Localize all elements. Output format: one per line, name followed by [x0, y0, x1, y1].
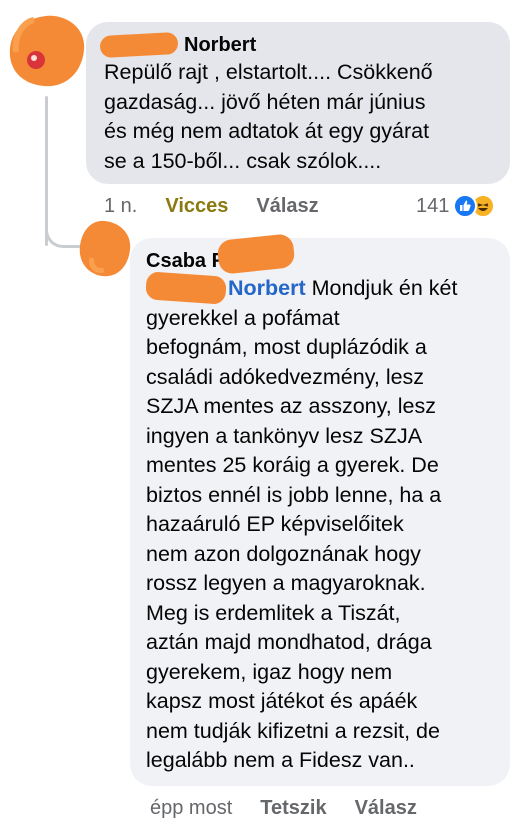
reply-bubble: Csaba R Norbert Mondjuk én két gyerekkel… [130, 238, 510, 786]
comment-line-text: Mondjuk én két [305, 276, 458, 300]
reply-button[interactable]: Válasz [355, 797, 417, 820]
comment-line: mentes 25 koráig a gyerek. De [146, 453, 439, 477]
comment-line: és még nem adtatok át egy gyárat [104, 119, 430, 143]
reply-button[interactable]: Válasz [256, 195, 318, 218]
comment-line: legalább nem a Fidesz van.. [146, 748, 415, 772]
comment-line: gazdaság... jövő héten már június [104, 89, 426, 114]
name-redaction [99, 31, 179, 59]
comment-line: se a 150-ből... csak szólok.... [104, 148, 382, 173]
comment-line: befognám, most duplázódik a [146, 335, 427, 359]
comment-line: aztán majd mondhatod, drága [146, 630, 432, 654]
comment-line: SZJA mentes az asszony, lesz [146, 394, 436, 418]
comment-line: nem azon dolgoznának hogy [146, 541, 421, 566]
comment-time[interactable]: épp most [150, 797, 232, 820]
comment-line: hazaáruló EP képviselőitek [146, 512, 404, 536]
comment-time[interactable]: 1 n. [104, 195, 137, 218]
comment-author[interactable]: Csaba R [146, 248, 494, 274]
reaction-button[interactable]: Vicces [165, 195, 228, 218]
mention-link[interactable]: Norbert [228, 276, 306, 300]
comment-text: Norbert Mondjuk én két gyerekkel a pofám… [146, 274, 494, 776]
comment-line: biztos ennél is jobb lenne, ha a [146, 482, 442, 507]
comment-line: Repülő rajt , elstartolt.... Csökkenő [104, 60, 433, 84]
comment-line: gyerekkel a pofámat [146, 305, 340, 330]
comment-actions: épp most Tetszik Válasz [150, 797, 445, 820]
reaction-count: 141 [416, 194, 450, 217]
comment-line: kapsz most játékot és apáék [146, 689, 418, 713]
avatar[interactable] [4, 12, 88, 90]
comment-line: gyerekem, igaz hogy nem [146, 659, 393, 684]
mention-redaction [145, 271, 227, 305]
comment-line: nem tudják kifizetni a rezsit, de [146, 718, 440, 743]
like-button[interactable]: Tetszik [260, 797, 326, 820]
reaction-summary[interactable]: 141 [416, 194, 496, 218]
comment-text: Repülő rajt , elstartolt.... Csökkenő ga… [104, 58, 492, 176]
comment-line: rossz legyen a magyaroknak. [146, 571, 426, 595]
comment-line: családi adókedvezmény, lesz [146, 364, 425, 389]
comment-line: ingyen a tankönyv lesz SZJA [146, 423, 423, 448]
comment-line: Meg is erdemlitek a Tiszát, [146, 600, 401, 625]
avatar-redaction [9, 15, 85, 87]
avatar[interactable] [74, 218, 136, 280]
avatar-redaction [79, 220, 131, 277]
comment-actions: 1 n. Vicces Válasz [104, 195, 347, 218]
